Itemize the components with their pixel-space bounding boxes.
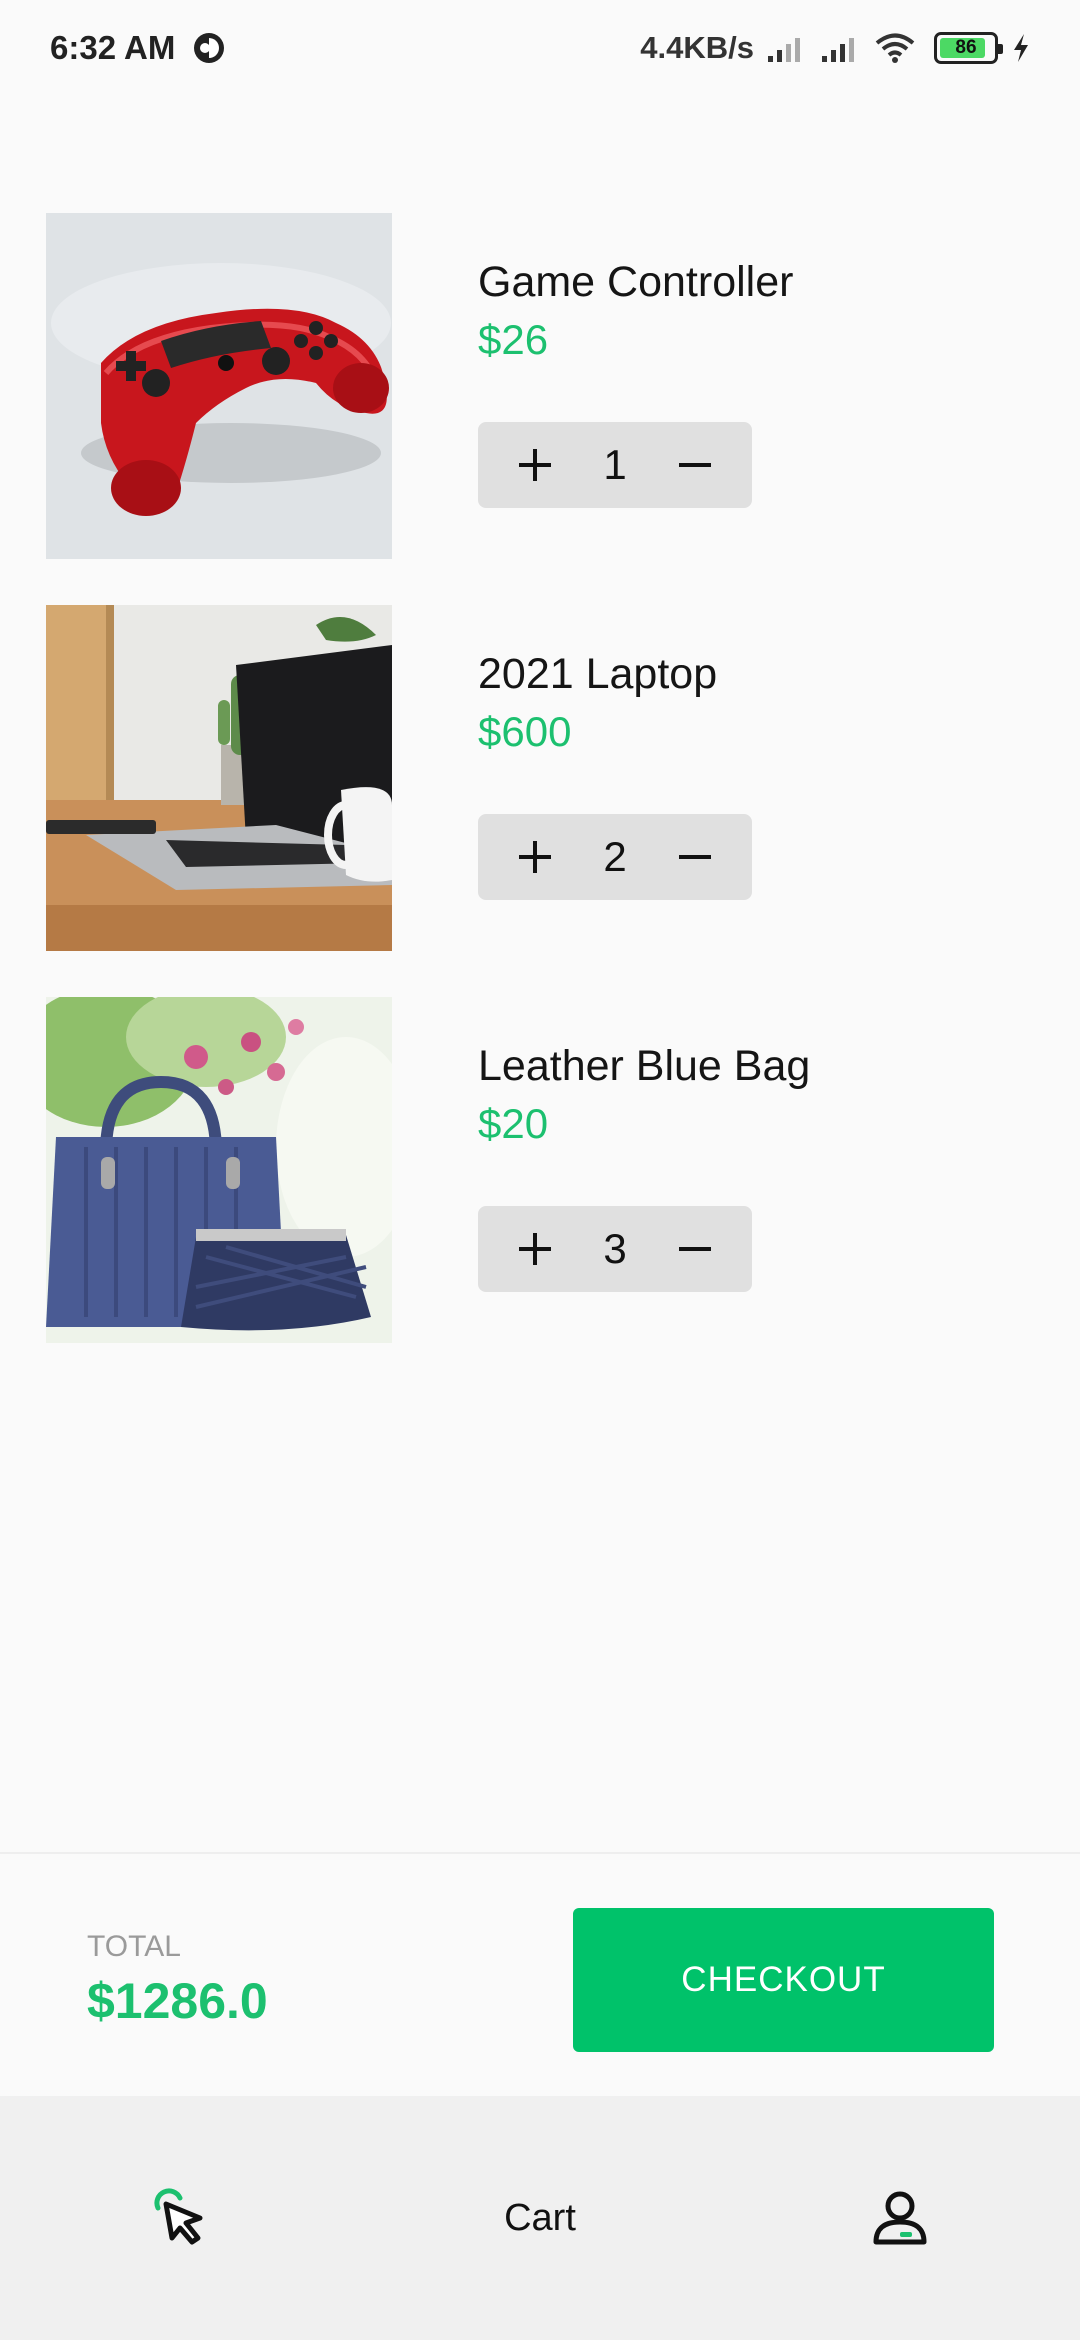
checkout-button[interactable]: CHECKOUT <box>573 1908 994 2052</box>
quantity-value: 2 <box>603 833 627 880</box>
plus-icon <box>519 1233 551 1265</box>
battery-level: 86 <box>955 37 977 58</box>
product-name: Leather Blue Bag <box>478 1042 811 1090</box>
cart-item: Game Controller $26 1 <box>0 210 1080 560</box>
plus-icon <box>519 841 551 873</box>
wifi-icon <box>875 33 915 63</box>
signal-icon <box>768 38 800 62</box>
charging-icon <box>1014 34 1028 62</box>
status-bar: 6:32 AM 4.4KB/s 86 <box>0 0 1080 96</box>
product-image-laptop <box>46 605 392 951</box>
nav-item-home[interactable] <box>80 2158 280 2278</box>
status-left: 6:32 AM <box>50 29 227 67</box>
product-name: Game Controller <box>478 258 794 306</box>
signal-icon-2 <box>822 38 854 62</box>
plus-icon <box>519 449 551 481</box>
increment-button[interactable] <box>508 1222 562 1276</box>
product-price: $600 <box>478 708 572 755</box>
quantity-stepper: 1 <box>478 422 752 508</box>
quantity-value: 3 <box>603 1225 627 1272</box>
nav-label-cart: Cart <box>504 2196 576 2239</box>
app-indicator-icon <box>194 33 225 63</box>
battery-icon: 86 <box>934 32 1003 64</box>
decrement-button[interactable] <box>668 438 722 492</box>
decrement-button[interactable] <box>668 1222 722 1276</box>
nav-item-profile[interactable] <box>800 2158 1000 2278</box>
increment-button[interactable] <box>508 438 562 492</box>
minus-icon <box>679 1247 711 1251</box>
product-price: $26 <box>478 316 549 363</box>
product-image-game-controller <box>46 213 392 559</box>
quantity-stepper: 2 <box>478 814 752 900</box>
nav-item-cart[interactable]: Cart <box>440 2158 640 2278</box>
cart-item: 2021 Laptop $600 2 <box>0 602 1080 952</box>
decrement-button[interactable] <box>668 830 722 884</box>
minus-icon <box>679 855 711 859</box>
cursor-click-icon <box>154 2188 203 2245</box>
quantity-value: 1 <box>603 441 627 488</box>
total-value: $1286.0 <box>87 1973 268 2029</box>
bottom-nav: Cart <box>0 2096 1080 2340</box>
product-price: $20 <box>478 1100 549 1147</box>
cart-item: Leather Blue Bag $20 3 <box>0 994 1080 1344</box>
minus-icon <box>679 463 711 467</box>
user-icon <box>873 2191 927 2245</box>
product-image-bag <box>46 997 392 1343</box>
status-right: 4.4KB/s 86 <box>640 30 1032 66</box>
product-name: 2021 Laptop <box>478 650 718 698</box>
total-label: TOTAL <box>87 1930 181 1963</box>
status-time: 6:32 AM <box>50 29 176 66</box>
net-speed: 4.4KB/s <box>640 30 754 65</box>
quantity-stepper: 3 <box>478 1206 752 1292</box>
checkout-bar: TOTAL $1286.0 CHECKOUT <box>0 1852 1080 2096</box>
increment-button[interactable] <box>508 830 562 884</box>
